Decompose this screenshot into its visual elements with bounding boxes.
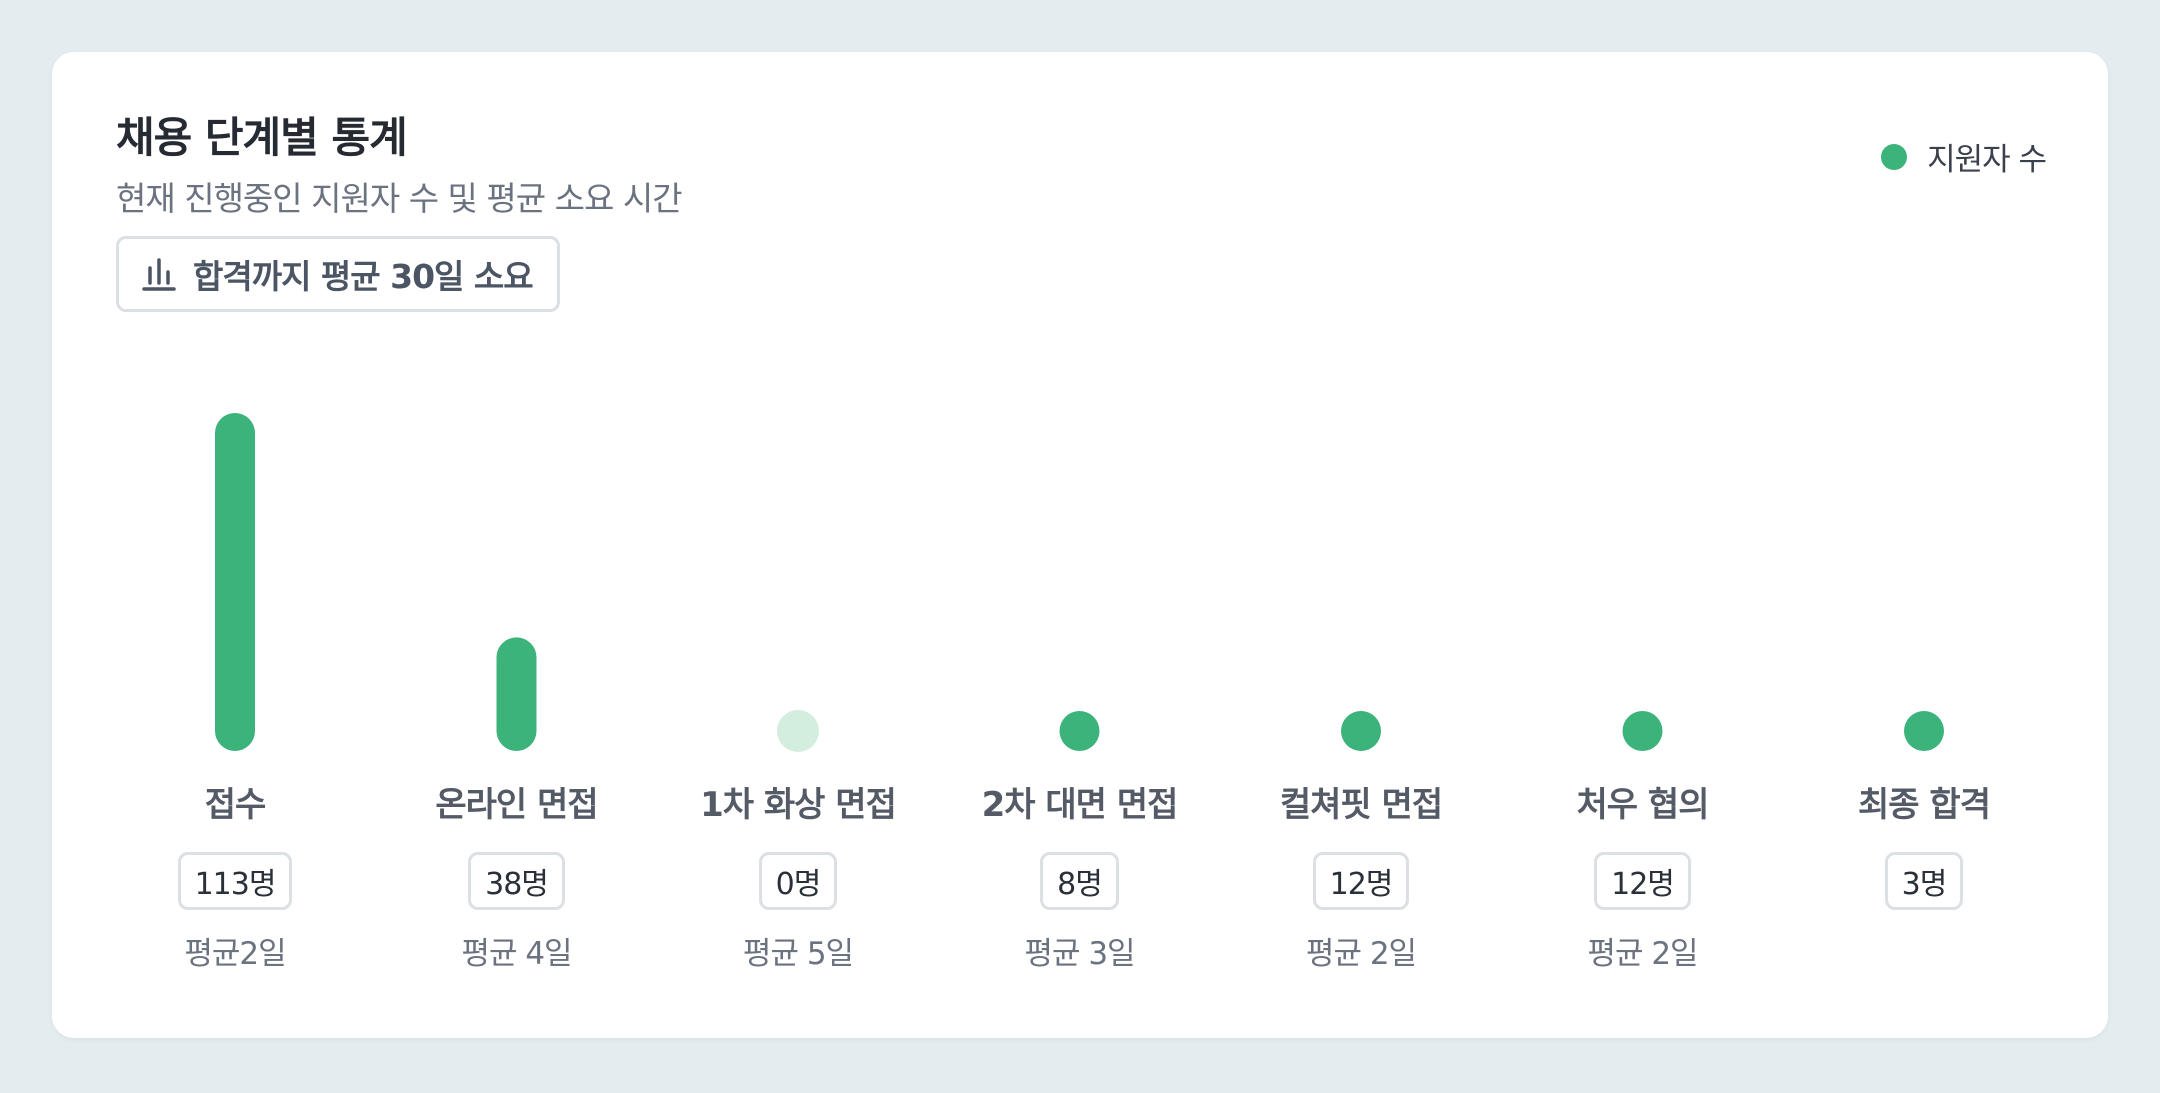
stage-column-1: 온라인 면접 38명평균 4일	[387, 780, 647, 976]
stage-label: 2차 대면 면접	[981, 785, 1179, 825]
bar-3	[1059, 711, 1100, 751]
bar-4	[1341, 711, 1381, 751]
applicant-count-badge: 113명	[177, 852, 293, 910]
stage-column-4: 컬쳐핏 면접 12명평균 2일	[1231, 780, 1491, 976]
bar-1	[496, 637, 537, 751]
stage-label: 접수	[204, 785, 267, 825]
average-days-label: 평균 4일	[461, 936, 572, 972]
applicant-count-badge: 0명	[758, 852, 838, 910]
applicant-count-badge: 8명	[1040, 852, 1119, 910]
stage-label: 처우 협의	[1576, 785, 1710, 825]
applicant-count-badge: 12명	[1594, 852, 1691, 910]
bar-6	[1904, 711, 1944, 751]
stage-column-3: 2차 대면 면접 8명평균 3일	[950, 780, 1210, 976]
average-days-label: 평균 5일	[742, 936, 854, 972]
stage-column-0: 접수 113명평균2일	[105, 780, 365, 976]
applicant-count-badge: 38명	[468, 852, 565, 910]
stage-bar-chart: 접수 113명평균2일 온라인 면접 38명평균 4일 1차 화상 면접 0명평균 5일 2…	[52, 52, 2108, 1038]
bar-5	[1622, 711, 1663, 751]
stage-label: 온라인 면접	[435, 785, 598, 825]
stage-column-5: 처우 협의 12명평균 2일	[1513, 780, 1773, 976]
applicant-count-badge: 3명	[1884, 852, 1964, 910]
stage-stats-card: 채용 단계별 통계 현재 진행중인 지원자 수 및 평균 소요 시간 합격까지 …	[52, 52, 2108, 1038]
average-days-label: 평균2일	[184, 936, 286, 972]
stage-label: 1차 화상 면접	[700, 785, 897, 825]
average-days-label: 평균 3일	[1024, 936, 1135, 972]
stage-column-2: 1차 화상 면접 0명평균 5일	[668, 780, 928, 976]
stage-label: 최종 합격	[1858, 785, 1991, 825]
stage-label: 컬쳐핏 면접	[1279, 785, 1443, 825]
applicant-count-badge: 12명	[1312, 852, 1410, 910]
bar-2	[777, 710, 819, 752]
bar-0	[215, 413, 255, 751]
stage-column-6: 최종 합격 3명	[1794, 780, 2054, 910]
average-days-label: 평균 2일	[1305, 936, 1417, 972]
average-days-label: 평균 2일	[1587, 936, 1698, 972]
